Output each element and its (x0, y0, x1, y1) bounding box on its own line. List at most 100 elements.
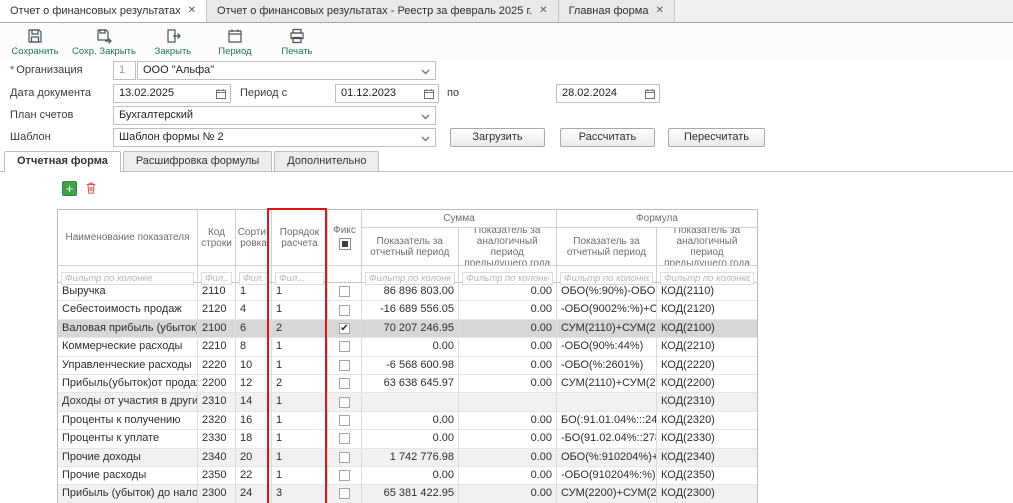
table-row[interactable]: Проценты к уплате 2330 18 1 0.00 0.00 -Б… (58, 430, 757, 448)
table-row[interactable]: Валовая прибыль (убыток) 2100 6 2 ✔ 70 2… (58, 320, 757, 338)
cell-name: Прибыль(убыток)от продаж (58, 375, 198, 393)
table-row[interactable]: Проценты к получению 2320 16 1 0.00 0.00… (58, 412, 757, 430)
load-button[interactable]: Загрузить (450, 128, 545, 147)
cell-fix (328, 393, 362, 411)
column-header-sort[interactable]: Сорти-ровка (236, 210, 272, 265)
calendar-icon[interactable] (644, 88, 656, 100)
cell-formula-prev: КОД(2310) (657, 393, 757, 411)
cell-sort: 24 (236, 485, 272, 503)
select-all-checkbox[interactable] (339, 238, 351, 250)
cell-formula-prev: КОД(2110) (657, 283, 757, 301)
cell-formula-current: СУМ(2110)+СУМ(21... (557, 375, 657, 393)
chevron-down-icon[interactable] (421, 136, 430, 142)
cell-sum-prev: 0.00 (459, 338, 557, 356)
save-close-label: Сохр. Закрыть (72, 46, 136, 57)
calendar-icon (227, 28, 243, 44)
printer-icon (289, 28, 305, 44)
column-header-sum-prev[interactable]: Показатель за аналогичный период предыду… (459, 228, 557, 265)
column-header-sum-current[interactable]: Показатель за отчетный период (362, 228, 459, 265)
save-close-button[interactable]: Сохр. Закрыть (68, 27, 140, 58)
cell-fix (328, 430, 362, 448)
column-header-code[interactable]: Код строки (198, 210, 236, 265)
fix-checkbox[interactable] (339, 378, 350, 389)
fix-checkbox[interactable] (339, 415, 350, 426)
period-button[interactable]: Период (206, 27, 264, 58)
cell-code: 2100 (198, 320, 236, 338)
table-row[interactable]: Прочие доходы 2340 20 1 1 742 776.98 0.0… (58, 449, 757, 467)
cell-name: Себестоимость продаж (58, 301, 198, 319)
tab-main-form[interactable]: Главная форма ✕ (559, 0, 675, 22)
table-row[interactable]: Себестоимость продаж 2120 4 1 -16 689 55… (58, 301, 757, 319)
tab-report-form[interactable]: Отчетная форма (4, 151, 121, 172)
table-row[interactable]: Прибыль (убыток) до налогообложения 2300… (58, 485, 757, 503)
tab-close-icon[interactable]: ✕ (188, 6, 196, 16)
fix-checkbox[interactable]: ✔ (339, 323, 350, 334)
template-label: Шаблон (10, 128, 51, 147)
trash-icon (84, 181, 98, 195)
table-row[interactable]: Коммерческие расходы 2210 8 1 0.00 0.00 … (58, 338, 757, 356)
table-row[interactable]: Выручка 2110 1 1 86 896 803.00 0.00 ОБО(… (58, 283, 757, 301)
organization-value: ООО "Альфа" (143, 64, 214, 76)
tab-close-icon[interactable]: ✕ (655, 6, 663, 16)
period-from-field[interactable]: 01.12.2023 (335, 84, 439, 103)
tab-label: Главная форма (569, 5, 649, 17)
tab-label: Отчет о финансовых результатах - Реестр … (217, 5, 532, 17)
organization-code-field[interactable]: 1 (113, 61, 136, 80)
fix-checkbox[interactable] (339, 452, 350, 463)
fix-checkbox[interactable] (339, 433, 350, 444)
calendar-icon[interactable] (423, 88, 435, 100)
recalculate-button[interactable]: Пересчитать (668, 128, 765, 147)
table-body: Выручка 2110 1 1 86 896 803.00 0.00 ОБО(… (58, 283, 757, 503)
cell-code: 2200 (198, 375, 236, 393)
calendar-icon[interactable] (215, 88, 227, 100)
fix-checkbox[interactable] (339, 488, 350, 499)
column-header-formula-current[interactable]: Показатель за отчетный период (557, 228, 657, 265)
column-header-fix[interactable]: Фикс (328, 210, 362, 265)
period-to-value: 28.02.2024 (562, 87, 617, 99)
tab-additional[interactable]: Дополнительно (274, 151, 379, 171)
fix-checkbox[interactable] (339, 305, 350, 316)
table-row[interactable]: Прочие расходы 2350 22 1 0.00 0.00 -ОБО(… (58, 467, 757, 485)
table-row[interactable]: Прибыль(убыток)от продаж 2200 12 2 63 63… (58, 375, 757, 393)
template-select[interactable]: Шаблон формы № 2 (113, 128, 436, 147)
calculate-button[interactable]: Рассчитать (560, 128, 655, 147)
cell-fix (328, 449, 362, 467)
column-header-formula-prev[interactable]: Показатель за аналогичный период предыду… (657, 228, 757, 265)
fix-checkbox[interactable] (339, 397, 350, 408)
add-row-button[interactable]: + (62, 181, 77, 196)
cell-order: 1 (272, 467, 328, 485)
organization-field[interactable]: ООО "Альфа" (137, 61, 436, 80)
chevron-down-icon[interactable] (421, 69, 430, 75)
cell-fix: ✔ (328, 320, 362, 338)
column-header-order[interactable]: Порядок расчета (272, 210, 328, 265)
table-row[interactable]: Управленческие расходы 2220 10 1 -6 568 … (58, 357, 757, 375)
cell-name: Прочие расходы (58, 467, 198, 485)
cell-fix (328, 375, 362, 393)
column-header-name[interactable]: Наименование показателя (58, 210, 198, 265)
close-button[interactable]: Закрыть (144, 27, 202, 58)
chart-of-accounts-select[interactable]: Бухгалтерский (113, 106, 436, 125)
cell-name: Коммерческие расходы (58, 338, 198, 356)
cell-sum-prev: 0.00 (459, 357, 557, 375)
tab-formula-breakdown[interactable]: Расшифровка формулы (123, 151, 272, 171)
cell-formula-current: ОБО(%:910204%)+О... (557, 449, 657, 467)
period-to-field[interactable]: 28.02.2024 (556, 84, 660, 103)
sub-tab-bar: Отчетная форма Расшифровка формулы Допол… (0, 151, 1013, 172)
print-button[interactable]: Печать (268, 27, 326, 58)
cell-fix (328, 485, 362, 503)
cell-formula-current: ОБО(%:90%)-ОБО(9... (557, 283, 657, 301)
fix-checkbox[interactable] (339, 470, 350, 481)
tab-financial-results[interactable]: Отчет о финансовых результатах ✕ (0, 0, 207, 22)
table-row[interactable]: Доходы от участия в других организаци...… (58, 393, 757, 411)
save-button[interactable]: Сохранить (6, 27, 64, 58)
tab-financial-results-registry[interactable]: Отчет о финансовых результатах - Реестр … (207, 0, 559, 22)
fix-checkbox[interactable] (339, 360, 350, 371)
delete-row-button[interactable] (84, 181, 99, 196)
doc-date-field[interactable]: 13.02.2025 (113, 84, 231, 103)
fix-checkbox[interactable] (339, 286, 350, 297)
cell-sort: 22 (236, 467, 272, 485)
cell-sum-current (362, 393, 459, 411)
chevron-down-icon[interactable] (421, 114, 430, 120)
tab-close-icon[interactable]: ✕ (539, 6, 547, 16)
fix-checkbox[interactable] (339, 341, 350, 352)
